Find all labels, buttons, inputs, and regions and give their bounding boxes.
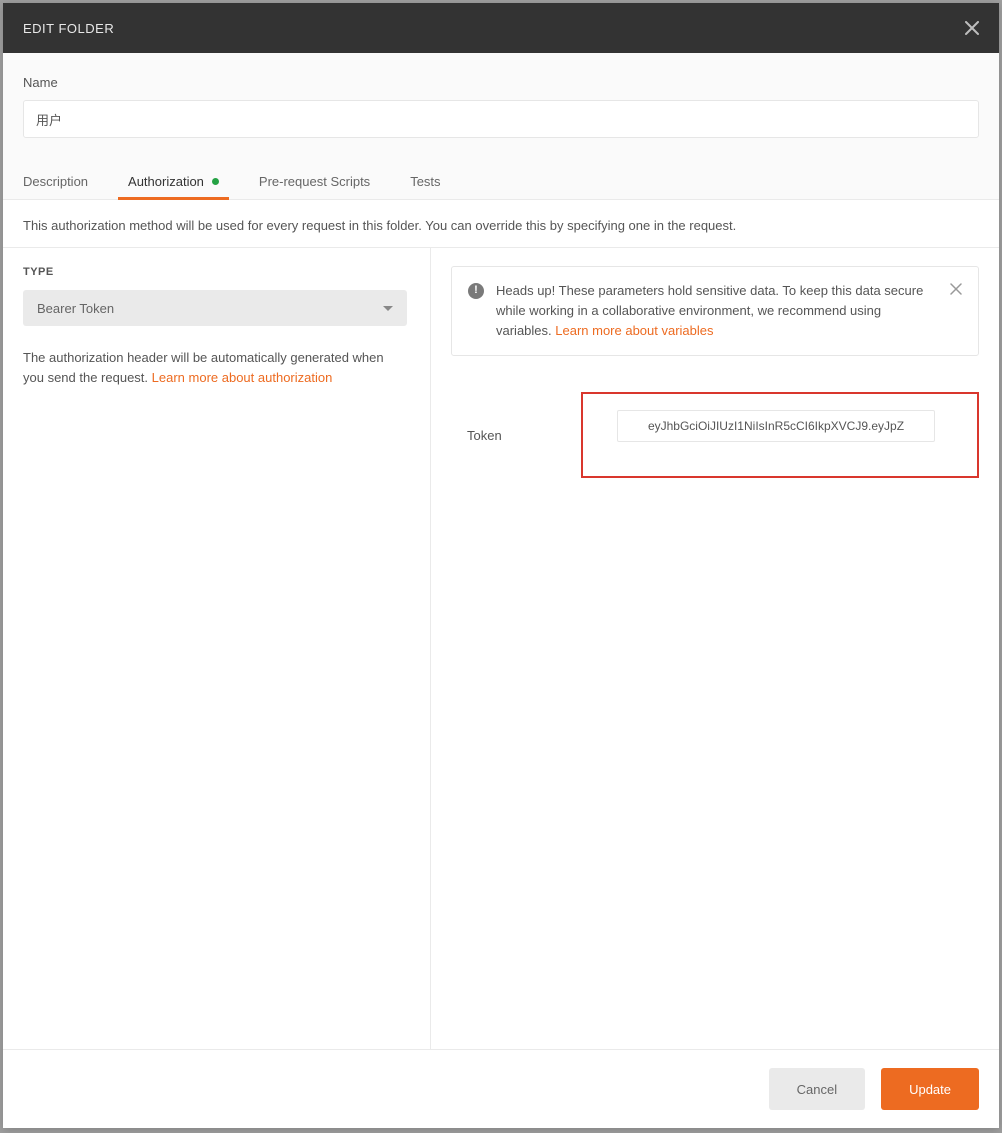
- modal-header: EDIT FOLDER: [3, 3, 999, 53]
- auth-type-value: Bearer Token: [37, 301, 114, 316]
- auth-info-text: This authorization method will be used f…: [3, 200, 999, 248]
- token-row: Token: [451, 392, 979, 478]
- auth-type-select[interactable]: Bearer Token: [23, 290, 407, 326]
- name-input[interactable]: [23, 100, 979, 138]
- modal-title: EDIT FOLDER: [23, 21, 114, 36]
- tabs-wrapper: Description Authorization Pre-request Sc…: [3, 152, 999, 200]
- token-highlight-box: [581, 392, 979, 478]
- auth-header-note: The authorization header will be automat…: [23, 348, 407, 388]
- update-button[interactable]: Update: [881, 1068, 979, 1110]
- info-icon: !: [468, 283, 484, 299]
- tab-prerequest[interactable]: Pre-request Scripts: [259, 164, 370, 199]
- modal-body: Name Description Authorization Pre-reque…: [3, 53, 999, 1049]
- cancel-button[interactable]: Cancel: [769, 1068, 865, 1110]
- learn-more-authorization-link[interactable]: Learn more about authorization: [152, 370, 333, 385]
- token-input[interactable]: [617, 410, 935, 442]
- edit-folder-modal: EDIT FOLDER Name Description Authorizati…: [3, 3, 999, 1128]
- auth-content: TYPE Bearer Token The authorization head…: [3, 248, 999, 1049]
- tab-authorization-label: Authorization: [128, 174, 204, 189]
- tab-tests[interactable]: Tests: [410, 164, 440, 199]
- alert-close-button[interactable]: [950, 283, 962, 295]
- learn-more-variables-link[interactable]: Learn more about variables: [555, 323, 713, 338]
- sensitive-data-alert: ! Heads up! These parameters hold sensit…: [451, 266, 979, 356]
- name-section: Name: [3, 53, 999, 152]
- name-label: Name: [23, 75, 979, 90]
- tabs: Description Authorization Pre-request Sc…: [3, 152, 999, 200]
- modal-footer: Cancel Update: [3, 1049, 999, 1128]
- auth-left-panel: TYPE Bearer Token The authorization head…: [3, 248, 431, 1049]
- close-button[interactable]: [965, 21, 979, 35]
- tab-authorization[interactable]: Authorization: [128, 164, 219, 199]
- type-label: TYPE: [23, 266, 410, 278]
- auth-right-panel: ! Heads up! These parameters hold sensit…: [431, 248, 999, 1049]
- close-icon: [965, 21, 979, 35]
- close-icon: [950, 283, 962, 295]
- alert-body: Heads up! These parameters hold sensitiv…: [496, 281, 938, 341]
- tab-description[interactable]: Description: [23, 164, 88, 199]
- token-label: Token: [451, 428, 583, 443]
- active-indicator-dot: [212, 178, 219, 185]
- chevron-down-icon: [383, 306, 393, 311]
